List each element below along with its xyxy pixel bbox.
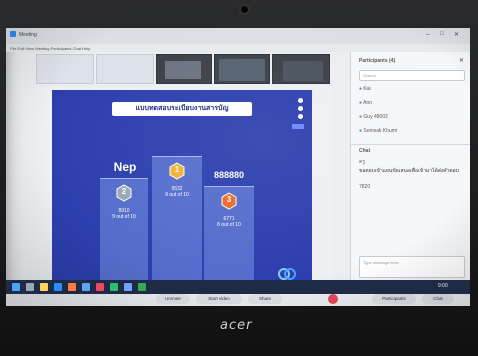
participant-item[interactable]: ● Ann xyxy=(359,100,372,110)
video-tile[interactable] xyxy=(272,54,330,84)
photo-of-laptop-screen: Meeting – □ ✕ File Edit View Meeting Par… xyxy=(0,0,478,356)
participant-search-input[interactable]: Search xyxy=(359,70,465,81)
participants-button[interactable]: Participants xyxy=(372,294,416,304)
app-icon[interactable] xyxy=(124,283,132,291)
slide-control-icon[interactable] xyxy=(298,98,303,103)
participant-item[interactable]: ● Somsak Khumi xyxy=(359,128,397,138)
video-tile[interactable] xyxy=(36,54,94,84)
taskbar: 9:00 xyxy=(6,280,470,294)
video-tile[interactable] xyxy=(214,54,270,84)
unmute-button[interactable]: Unmute xyxy=(156,294,190,304)
maximize-icon[interactable]: □ xyxy=(440,31,444,37)
menu-bar[interactable]: File Edit View Meeting Participants Chat… xyxy=(6,44,470,52)
third-rank: 3 xyxy=(226,195,232,204)
app-icon xyxy=(10,31,16,37)
clock: 9:00 xyxy=(438,283,448,289)
chat-header: Chat xyxy=(359,148,371,154)
chat-sender: ครู xyxy=(359,159,366,165)
app-icon[interactable] xyxy=(96,283,104,291)
start-video-button[interactable]: Start video xyxy=(196,294,242,304)
window-titlebar: Meeting – □ ✕ xyxy=(6,28,470,44)
edge-icon[interactable] xyxy=(54,283,62,291)
close-icon[interactable]: ✕ xyxy=(454,31,459,38)
menu-items[interactable]: File Edit View Meeting Participants Chat… xyxy=(10,46,90,51)
window-title: Meeting xyxy=(19,32,37,38)
search-icon[interactable] xyxy=(26,283,34,291)
divider xyxy=(351,144,470,145)
folder-icon[interactable] xyxy=(40,283,48,291)
participant-item[interactable]: ● Guy 48002 xyxy=(359,114,388,124)
slide-control-icon[interactable] xyxy=(298,106,303,111)
slide-control-icon[interactable] xyxy=(298,114,303,119)
second-rank: 2 xyxy=(121,187,127,196)
webcam xyxy=(241,6,248,13)
video-filmstrip xyxy=(36,52,332,86)
third-detail: 8 out of 10 xyxy=(217,222,241,228)
zoom-icon[interactable] xyxy=(82,283,90,291)
first-detail: 9 out of 10 xyxy=(165,192,189,198)
second-place-name: Nep xyxy=(113,160,137,174)
chat-button[interactable]: Chat xyxy=(422,294,454,304)
minimize-icon[interactable]: – xyxy=(426,32,429,38)
second-detail: 9 out of 10 xyxy=(112,214,136,220)
app-icon[interactable] xyxy=(68,283,76,291)
video-tile[interactable] xyxy=(156,54,212,84)
first-rank: 1 xyxy=(174,165,180,174)
chat-message: ขอตอบเข้าแผนข้อเสนอเพื่อเข้ามาได้ส่งคำตอ… xyxy=(359,168,459,174)
share-button[interactable]: Share xyxy=(248,294,282,304)
participants-header: Participants (4) xyxy=(359,58,396,64)
slide-title: แบบทดสอบระเบียบงานสารบัญ xyxy=(112,102,252,116)
leave-icon[interactable] xyxy=(328,294,338,304)
slide-badge xyxy=(292,124,304,129)
chat-input[interactable]: Type message here... xyxy=(359,256,465,278)
video-tile[interactable] xyxy=(96,54,154,84)
start-icon[interactable] xyxy=(12,283,20,291)
app-icon[interactable] xyxy=(138,283,146,291)
panel-close-icon[interactable]: ✕ xyxy=(459,57,464,64)
participants-chat-panel: Participants (4) ✕ Search ● Kai ● Ann ● … xyxy=(350,52,470,290)
shared-screen-area: แบบทดสอบระเบียบงานสารบัญ Nep 2 8910 9 ou… xyxy=(22,88,334,294)
laptop-brand-logo: acer xyxy=(220,318,253,333)
quiz-logo-icon xyxy=(278,268,296,280)
third-place-name: 888880 xyxy=(213,170,245,180)
app-icon[interactable] xyxy=(110,283,118,291)
quiz-slide: แบบทดสอบระเบียบงานสารบัญ Nep 2 8910 9 ou… xyxy=(52,90,312,294)
chat-message-extra: 7820 xyxy=(359,184,371,190)
participant-item[interactable]: ● Kai xyxy=(359,86,371,96)
laptop-screen: Meeting – □ ✕ File Edit View Meeting Par… xyxy=(6,28,470,306)
